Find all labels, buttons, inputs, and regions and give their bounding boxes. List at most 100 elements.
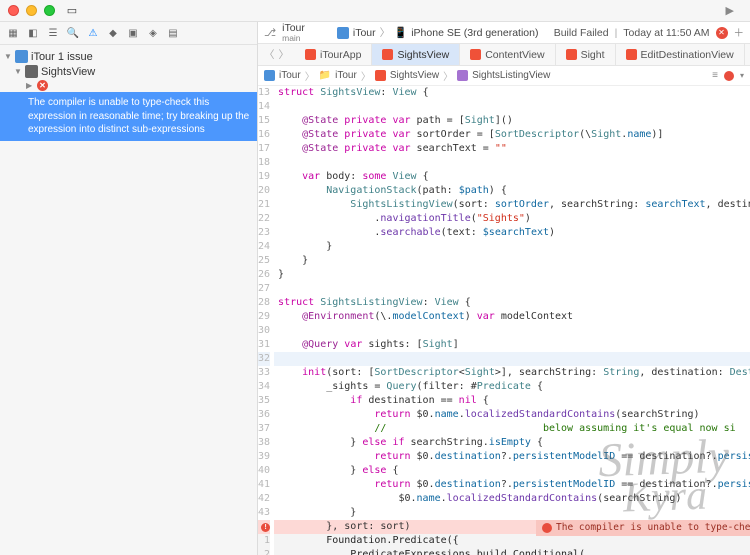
code-line[interactable]: } bbox=[274, 506, 750, 520]
jump-bar[interactable]: iTour 〉 📁 iTour 〉 SightsView 〉 SightsLis… bbox=[258, 66, 750, 86]
code-line[interactable]: @Query var sights: [Sight] bbox=[274, 338, 750, 352]
navigator-selector: ▦ ◧ ☰ 🔍 ⚠ ◆ ▣ ◈ ▤ bbox=[0, 22, 257, 45]
source-editor[interactable]: 1314151617181920212223242526272829303132… bbox=[258, 86, 750, 555]
error-indicator-icon[interactable] bbox=[724, 71, 734, 81]
branch-label: main bbox=[282, 34, 305, 43]
outline-icon[interactable]: ≡ bbox=[712, 70, 718, 81]
issue-file-row[interactable]: ▼ SightsView bbox=[0, 64, 257, 79]
code-line[interactable]: } else { bbox=[274, 464, 750, 478]
code-line[interactable]: Foundation.Predicate({ bbox=[274, 534, 750, 548]
chevron-icon[interactable]: ▾ bbox=[740, 71, 744, 80]
swift-file-icon bbox=[305, 49, 316, 60]
bookmark-navigator-icon[interactable]: ☰ bbox=[46, 26, 60, 40]
find-navigator-icon[interactable]: 🔍 bbox=[66, 26, 80, 40]
activity-status[interactable]: Build Failed | Today at 11:50 AM ✕ ＋ bbox=[554, 25, 744, 40]
code-line[interactable]: .navigationTitle("Sights") bbox=[274, 212, 750, 226]
add-button[interactable]: ＋ bbox=[734, 25, 745, 40]
device-icon: 📱 bbox=[394, 26, 407, 39]
crumb-folder[interactable]: iTour bbox=[335, 70, 357, 81]
code-line[interactable] bbox=[274, 324, 750, 338]
swift-file-icon bbox=[626, 49, 637, 60]
build-time-label: Today at 11:50 AM bbox=[623, 27, 709, 39]
code-line[interactable]: NavigationStack(path: $path) { bbox=[274, 184, 750, 198]
code-line[interactable]: } bbox=[274, 240, 750, 254]
tab-sightsview[interactable]: SightsView bbox=[372, 44, 460, 65]
tab-sight[interactable]: Sight bbox=[556, 44, 616, 65]
tab-itourapp[interactable]: iTourApp bbox=[295, 44, 372, 65]
zoom-window-button[interactable] bbox=[44, 5, 55, 16]
code-line[interactable]: var body: some View { bbox=[274, 170, 750, 184]
error-icon: ✕ bbox=[37, 80, 48, 91]
disclosure-icon[interactable]: ▶ bbox=[26, 81, 34, 90]
code-line[interactable]: @State private var sortOrder = [SortDesc… bbox=[274, 128, 750, 142]
code-line[interactable]: SightsListingView(sort: sortOrder, searc… bbox=[274, 198, 750, 212]
tab-label: ContentView bbox=[485, 49, 544, 61]
crumb-symbol[interactable]: SightsListingView bbox=[472, 70, 550, 81]
report-navigator-icon[interactable]: ▤ bbox=[166, 26, 180, 40]
editor-area: ⎇ iTour main iTour 〉 📱 iPhone SE (3rd ge… bbox=[258, 22, 750, 555]
project-icon bbox=[264, 70, 275, 81]
code-line[interactable]: @State private var path = [Sight]() bbox=[274, 114, 750, 128]
source-control-navigator-icon[interactable]: ◧ bbox=[26, 26, 40, 40]
run-button[interactable]: ▶ bbox=[726, 4, 734, 17]
disclosure-icon[interactable]: ▼ bbox=[14, 67, 22, 76]
code-line[interactable]: } else if searchString.isEmpty { bbox=[274, 436, 750, 450]
test-navigator-icon[interactable]: ◆ bbox=[106, 26, 120, 40]
tab-contentview[interactable]: ContentView bbox=[460, 44, 555, 65]
forward-button[interactable]: 〉 bbox=[279, 47, 290, 62]
code-line[interactable]: // below assuming it's equal now si bbox=[274, 422, 750, 436]
crumb-project[interactable]: iTour bbox=[279, 70, 301, 81]
breakpoint-navigator-icon[interactable]: ◈ bbox=[146, 26, 160, 40]
code-line[interactable] bbox=[274, 156, 750, 170]
build-status-label: Build Failed bbox=[554, 27, 609, 39]
issue-project-row[interactable]: ▼ iTour 1 issue bbox=[0, 49, 257, 64]
code-line[interactable]: if destination == nil { bbox=[274, 394, 750, 408]
issue-detail-text[interactable]: The compiler is unable to type-check thi… bbox=[0, 92, 257, 141]
tab-label: Sight bbox=[581, 49, 605, 61]
code-line[interactable] bbox=[274, 352, 750, 366]
error-badge-icon[interactable]: ✕ bbox=[716, 27, 728, 39]
swift-file-icon bbox=[566, 49, 577, 60]
inline-error-banner[interactable]: The compiler is unable to type-check thi… bbox=[536, 520, 750, 536]
crumb-file[interactable]: SightsView bbox=[390, 70, 439, 81]
code-line[interactable] bbox=[274, 100, 750, 114]
code-line[interactable]: struct SightsView: View { bbox=[274, 86, 750, 100]
tab-label: EditDestinationView bbox=[641, 49, 734, 61]
scheme-selector[interactable]: iTour 〉 📱 iPhone SE (3rd generation) bbox=[337, 25, 539, 40]
debug-navigator-icon[interactable]: ▣ bbox=[126, 26, 140, 40]
project-navigator-icon[interactable]: ▦ bbox=[6, 26, 20, 40]
window-titlebar: ▭ ▶ bbox=[0, 0, 750, 22]
toggle-sidebar-button[interactable]: ▭ bbox=[62, 4, 82, 17]
code-line[interactable]: _sights = Query(filter: #Predicate { bbox=[274, 380, 750, 394]
code-line[interactable] bbox=[274, 282, 750, 296]
app-icon bbox=[337, 27, 349, 39]
code-line[interactable]: init(sort: [SortDescriptor<Sight>], sear… bbox=[274, 366, 750, 380]
code-line[interactable]: } bbox=[274, 268, 750, 282]
close-window-button[interactable] bbox=[8, 5, 19, 16]
code-line[interactable]: return $0.destination?.persistentModelID… bbox=[274, 478, 750, 492]
line-gutter[interactable]: 1314151617181920212223242526272829303132… bbox=[258, 86, 274, 555]
project-icon bbox=[15, 50, 28, 63]
code-line[interactable]: @State private var searchText = "" bbox=[274, 142, 750, 156]
code-line[interactable]: .searchable(text: $searchText) bbox=[274, 226, 750, 240]
code-line[interactable]: } bbox=[274, 254, 750, 268]
back-button[interactable]: 〈 bbox=[264, 47, 275, 62]
swift-file-icon bbox=[375, 70, 386, 81]
issue-row-header[interactable]: ▶ ✕ bbox=[0, 79, 257, 92]
code-line[interactable]: return $0.destination?.persistentModelID… bbox=[274, 450, 750, 464]
issue-navigator-icon[interactable]: ⚠ bbox=[86, 26, 100, 40]
branch-icon[interactable]: ⎇ bbox=[264, 27, 276, 39]
minimize-window-button[interactable] bbox=[26, 5, 37, 16]
code-line[interactable]: struct SightsListingView: View { bbox=[274, 296, 750, 310]
editor-tabs: 〈 〉 iTourAppSightsView ContentView Sight Ed… bbox=[258, 44, 750, 66]
toolbar: ⎇ iTour main iTour 〉 📱 iPhone SE (3rd ge… bbox=[258, 22, 750, 44]
tab-editdestinationview[interactable]: EditDestinationView bbox=[616, 44, 745, 65]
disclosure-icon[interactable]: ▼ bbox=[4, 52, 12, 61]
code-line[interactable]: @Environment(\.modelContext) var modelCo… bbox=[274, 310, 750, 324]
issue-file-label: SightsView bbox=[41, 66, 95, 78]
issue-tree: ▼ iTour 1 issue ▼ SightsView ▶ ✕ The com… bbox=[0, 45, 257, 555]
code-line[interactable]: return $0.name.localizedStandardContains… bbox=[274, 408, 750, 422]
code-line[interactable]: $0.name.localizedStandardContains(search… bbox=[274, 492, 750, 506]
code-line[interactable]: PredicateExpressions.build_Conditional( bbox=[274, 548, 750, 555]
code-content[interactable]: struct SightsView: View { @State private… bbox=[274, 86, 750, 555]
